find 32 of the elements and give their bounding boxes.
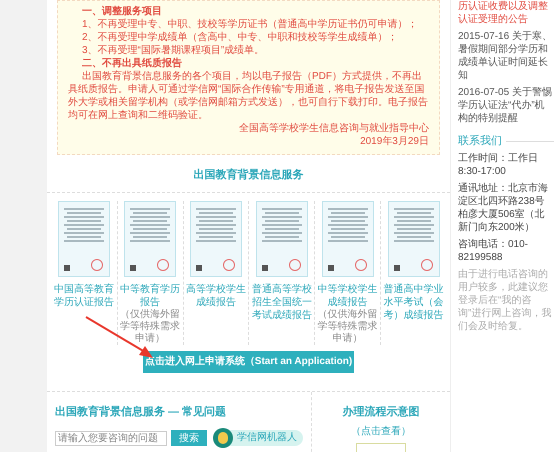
- process-title: 办理流程示意图: [342, 404, 420, 420]
- notice-text: 1、不再受理中专、中职、技校等学历证书（普通高中学历证书仍可申请）；: [81, 18, 419, 31]
- contact-text: 咨询电话：010-82199588: [458, 238, 530, 264]
- notice-heading: 二、不再出具纸质报告: [81, 57, 183, 70]
- faq-title: 出国教育背景信息服务 — 常见问题: [55, 404, 228, 420]
- contact-text: 通讯地址：北京市海淀区北四环路238号柏彦大厦506室（北新门向东200米）: [458, 182, 549, 234]
- news-link[interactable]: 2015-07-16 关于寒、暑假期间部分学历和成绩单认证时间延长知: [458, 30, 554, 82]
- search-button[interactable]: 搜索: [171, 430, 207, 446]
- contact-text: 工作时间：工作日8:30-17:00: [458, 152, 539, 178]
- search-field[interactable]: 请输入您要咨询的问题: [55, 430, 167, 446]
- notice-text: 3、不再受理“国际暑期课程项目”成绩单。: [81, 44, 266, 57]
- notice-text: 出国教育背景信息服务的各个项目，均以电子报告（PDF）方式提供，不再出具纸质报告。申请人可通过学信网“国际合作传输”专用通道，将电子报告发送至国外大学或相关留学机构（或学信网邮箱方式发送），也可自行下载打印。电子报告均可在网上查询和二维码验证。: [68, 70, 429, 122]
- service-link[interactable]: 高等学校学生成绩报告: [186, 282, 246, 308]
- service-note: （仅供海外留学等特殊需求申请）: [317, 308, 378, 344]
- notice-text: 2019年3月29日: [359, 135, 429, 148]
- news-link[interactable]: 2016-07-05 关于警惕学历认证法“代办”机构的特别提醒: [458, 86, 554, 125]
- section-title: 出国教育背景信息服务: [194, 167, 304, 183]
- notice-text: 2、不再受理中学成绩单（含高中、中专、中职和技校等学生成绩单）；: [81, 31, 399, 44]
- process-link[interactable]: （点击查看）: [351, 424, 411, 439]
- contact-title: 联系我们: [458, 135, 502, 148]
- contact-text: 由于进行电话咨询的用户较多，此建议您登录后在“我的咨询”进行网上咨询，我们会及时给复。: [458, 268, 552, 333]
- service-link[interactable]: 普通高等学校招生全国统一考试成绩报告: [251, 282, 312, 322]
- service-note: （仅供海外留学等特殊需求申请）: [120, 308, 181, 344]
- service-link[interactable]: 中等教育学历报告: [120, 282, 181, 308]
- service-link[interactable]: 普通高中学业水平考试（会考）成绩报告: [383, 282, 444, 322]
- notice-text: 全国高等学校学生信息咨询与就业指导中心: [238, 122, 429, 135]
- robot-avatar-icon: [213, 428, 233, 448]
- service-link[interactable]: 中等学校学生成绩报告: [317, 282, 378, 308]
- robot-link[interactable]: 学信网机器人: [229, 430, 303, 446]
- service-link[interactable]: 中国高等教育学历认证报告: [53, 282, 115, 308]
- news-link[interactable]: 历认证收费以及调整认证受理的公告: [458, 0, 554, 26]
- notice-heading: 一、调整服务项目: [81, 5, 163, 18]
